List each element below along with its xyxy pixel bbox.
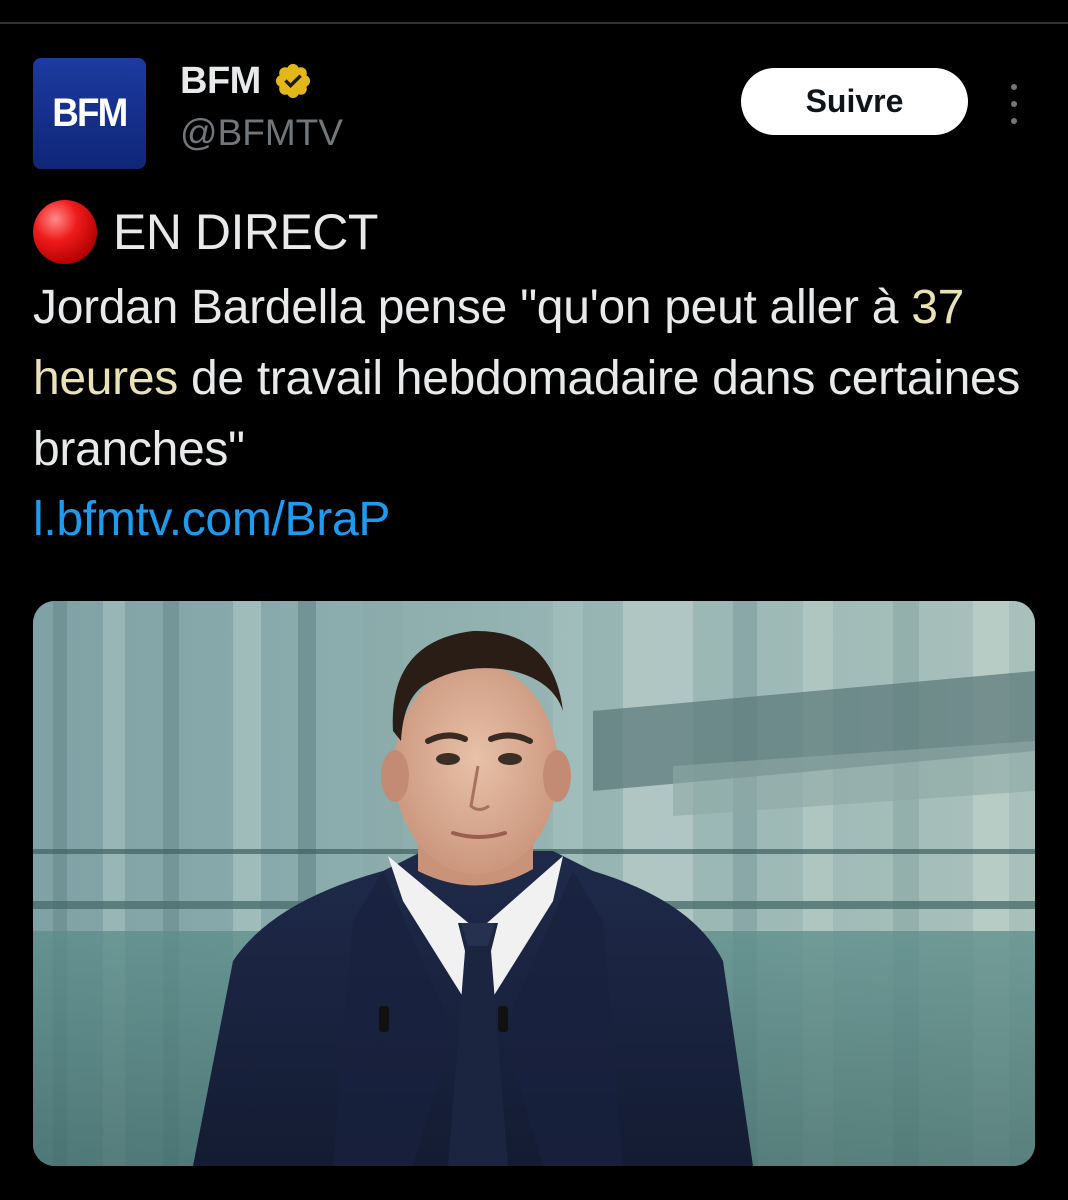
tweet-text-part1: Jordan Bardella pense "qu'on peut aller … (33, 281, 912, 334)
display-name[interactable]: BFM (180, 60, 261, 103)
tweet-media-image[interactable] (33, 601, 1035, 1166)
tweet-text: Jordan Bardella pense "qu'on peut aller … (33, 272, 1043, 485)
avatar[interactable]: BFM (33, 58, 146, 169)
more-dot (1011, 118, 1017, 124)
avatar-logo-text: BFM (52, 91, 128, 135)
live-label: EN DIRECT (113, 204, 378, 260)
more-options-icon[interactable] (1000, 84, 1028, 124)
verified-badge-icon (275, 63, 310, 99)
follow-button[interactable]: Suivre (741, 68, 968, 135)
live-indicator: EN DIRECT (33, 200, 378, 264)
top-divider (0, 22, 1068, 24)
account-handle[interactable]: @BFMTV (180, 112, 343, 154)
red-circle-icon (33, 200, 97, 264)
account-name-row: BFM (180, 58, 313, 104)
more-dot (1011, 84, 1017, 90)
more-dot (1011, 101, 1017, 107)
photo-illustration (33, 601, 1035, 1166)
tweet-link[interactable]: l.bfmtv.com/BraP (33, 488, 390, 552)
tweet-text-part2: de travail hebdomadaire dans certaines b… (33, 352, 1021, 476)
